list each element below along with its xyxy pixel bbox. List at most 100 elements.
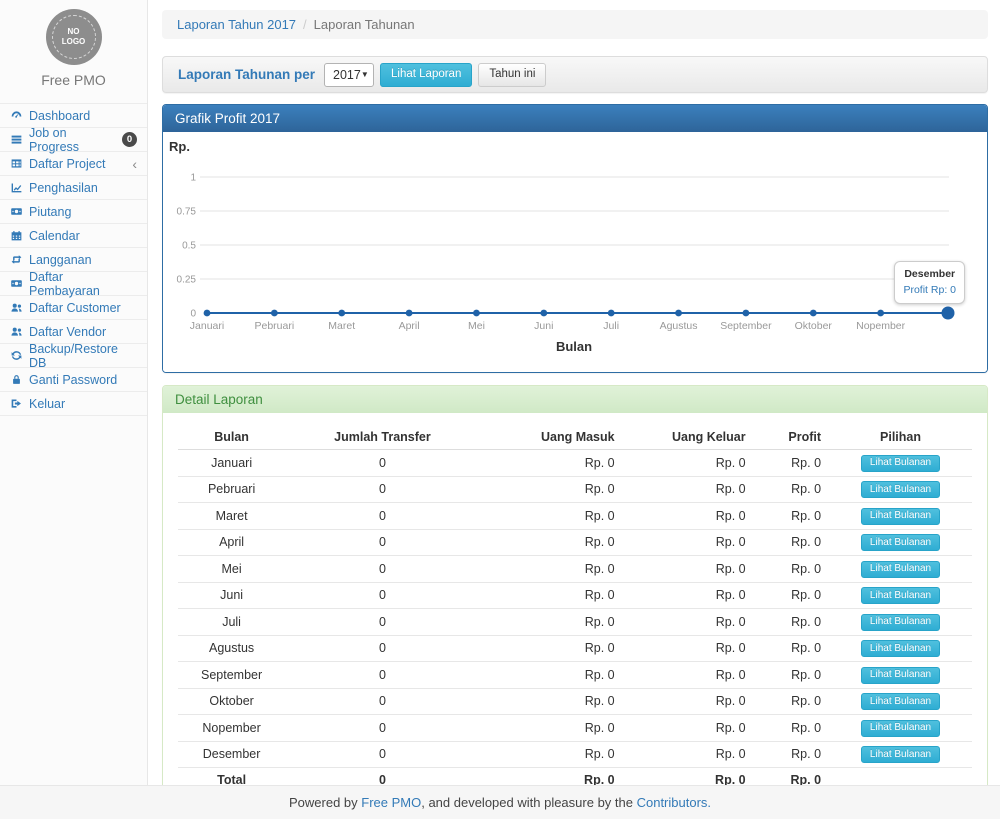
svg-text:Mei: Mei (468, 320, 485, 332)
report-filter-panel: Laporan Tahunan per 2017 ▼ Lihat Laporan… (162, 56, 988, 93)
cell-bulan: Januari (178, 450, 285, 477)
cell-uang-masuk: Rp. 0 (480, 450, 623, 477)
sidebar-item-label: Daftar Pembayaran (29, 270, 137, 298)
sidebar-item-daftar-pembayaran[interactable]: Daftar Pembayaran (0, 272, 147, 296)
sidebar-item-label: Backup/Restore DB (29, 342, 137, 370)
cell-jumlah-transfer: 0 (285, 450, 480, 477)
count-badge: 0 (122, 132, 137, 147)
cell-pilihan: Lihat Bulanan (829, 556, 972, 583)
logo-wrap: NO LOGO Free PMO (0, 0, 147, 94)
cell-jumlah-transfer: 0 (285, 741, 480, 768)
svg-text:0.75: 0.75 (177, 207, 197, 218)
cell-pilihan: Lihat Bulanan (829, 529, 972, 556)
view-monthly-button[interactable]: Lihat Bulanan (861, 693, 940, 710)
report-table: BulanJumlah TransferUang MasukUang Kelua… (178, 425, 972, 792)
sidebar-item-penghasilan[interactable]: Penghasilan (0, 176, 147, 200)
sidebar-item-label: Penghasilan (29, 181, 98, 195)
sidebar-item-job-on-progress[interactable]: Job on Progress0 (0, 128, 147, 152)
svg-text:0.25: 0.25 (177, 275, 197, 286)
profit-chart-panel: Grafik Profit 2017 Rp.00.250.50.751Janua… (162, 104, 988, 373)
sidebar-item-backup-restore-db[interactable]: Backup/Restore DB (0, 344, 147, 368)
footer-link-freepmo[interactable]: Free PMO (361, 795, 421, 810)
svg-text:September: September (720, 320, 772, 332)
svg-text:0: 0 (190, 309, 196, 320)
view-monthly-button[interactable]: Lihat Bulanan (861, 746, 940, 763)
sidebar-item-calendar[interactable]: Calendar (0, 224, 147, 248)
view-report-button[interactable]: Lihat Laporan (380, 63, 472, 87)
view-monthly-button[interactable]: Lihat Bulanan (861, 587, 940, 604)
cell-profit: Rp. 0 (754, 450, 829, 477)
caret-down-icon: ▼ (361, 70, 369, 79)
cell-uang-keluar: Rp. 0 (623, 662, 754, 689)
chart-tooltip: Desember Profit Rp: 0 (894, 261, 965, 304)
cell-uang-masuk: Rp. 0 (480, 635, 623, 662)
cell-profit: Rp. 0 (754, 503, 829, 530)
cell-uang-keluar: Rp. 0 (623, 688, 754, 715)
table-row: Mei0Rp. 0Rp. 0Rp. 0Lihat Bulanan (178, 556, 972, 583)
sidebar-item-label: Dashboard (29, 109, 90, 123)
column-header-bulan: Bulan (178, 425, 285, 450)
detail-report-panel: Detail Laporan BulanJumlah TransferUang … (162, 385, 988, 808)
footer-link-contributors[interactable]: Contributors. (637, 795, 711, 810)
view-monthly-button[interactable]: Lihat Bulanan (861, 720, 940, 737)
signout-icon (10, 397, 23, 410)
cell-pilihan: Lihat Bulanan (829, 688, 972, 715)
retweet-icon (10, 253, 23, 266)
year-select[interactable]: 2017 ▼ (324, 63, 374, 87)
view-monthly-button[interactable]: Lihat Bulanan (861, 455, 940, 472)
sidebar-item-daftar-project[interactable]: Daftar Project‹ (0, 152, 147, 176)
view-monthly-button[interactable]: Lihat Bulanan (861, 534, 940, 551)
column-header-uang-keluar: Uang Keluar (623, 425, 754, 450)
cell-bulan: Juni (178, 582, 285, 609)
column-header-profit: Profit (754, 425, 829, 450)
cell-profit: Rp. 0 (754, 609, 829, 636)
view-monthly-button[interactable]: Lihat Bulanan (861, 640, 940, 657)
sidebar-item-ganti-password[interactable]: Ganti Password (0, 368, 147, 392)
cell-uang-keluar: Rp. 0 (623, 503, 754, 530)
logo-text: NO LOGO (52, 15, 96, 59)
view-monthly-button[interactable]: Lihat Bulanan (861, 614, 940, 631)
app-logo: NO LOGO (46, 9, 102, 65)
cell-uang-keluar: Rp. 0 (623, 450, 754, 477)
sidebar-item-label: Daftar Project (29, 157, 105, 171)
sidebar-item-langganan[interactable]: Langganan (0, 248, 147, 272)
cell-profit: Rp. 0 (754, 635, 829, 662)
cell-jumlah-transfer: 0 (285, 635, 480, 662)
filter-label: Laporan Tahunan per (178, 67, 315, 82)
sidebar-item-daftar-customer[interactable]: Daftar Customer (0, 296, 147, 320)
breadcrumb-current: Laporan Tahunan (314, 17, 415, 32)
sidebar-item-dashboard[interactable]: Dashboard (0, 104, 147, 128)
sidebar-item-piutang[interactable]: Piutang (0, 200, 147, 224)
this-year-button[interactable]: Tahun ini (478, 63, 546, 87)
sidebar-item-label: Daftar Customer (29, 301, 121, 315)
view-monthly-button[interactable]: Lihat Bulanan (861, 561, 940, 578)
cell-uang-keluar: Rp. 0 (623, 715, 754, 742)
cell-pilihan: Lihat Bulanan (829, 609, 972, 636)
cell-jumlah-transfer: 0 (285, 529, 480, 556)
sidebar: NO LOGO Free PMO Dashboard Job on Progres… (0, 0, 148, 785)
tooltip-profit: Profit Rp: 0 (903, 282, 956, 298)
table-row: Januari0Rp. 0Rp. 0Rp. 0Lihat Bulanan (178, 450, 972, 477)
view-monthly-button[interactable]: Lihat Bulanan (861, 508, 940, 525)
view-monthly-button[interactable]: Lihat Bulanan (861, 481, 940, 498)
svg-text:Bulan: Bulan (556, 339, 592, 354)
table-row: Agustus0Rp. 0Rp. 0Rp. 0Lihat Bulanan (178, 635, 972, 662)
svg-text:Pebruari: Pebruari (255, 320, 295, 332)
sidebar-item-daftar-vendor[interactable]: Daftar Vendor (0, 320, 147, 344)
cell-bulan: Maret (178, 503, 285, 530)
view-monthly-button[interactable]: Lihat Bulanan (861, 667, 940, 684)
lock-icon (10, 373, 23, 386)
cell-uang-masuk: Rp. 0 (480, 662, 623, 689)
cell-bulan: Desember (178, 741, 285, 768)
cell-uang-keluar: Rp. 0 (623, 609, 754, 636)
sidebar-item-keluar[interactable]: Keluar (0, 392, 147, 416)
breadcrumb-link[interactable]: Laporan Tahun 2017 (177, 17, 296, 32)
sidebar-item-label: Calendar (29, 229, 80, 243)
cell-profit: Rp. 0 (754, 715, 829, 742)
money-icon (10, 277, 23, 290)
cell-pilihan: Lihat Bulanan (829, 662, 972, 689)
sidebar-item-label: Piutang (29, 205, 71, 219)
cell-bulan: Nopember (178, 715, 285, 742)
cell-bulan: Mei (178, 556, 285, 583)
tooltip-month: Desember (903, 266, 956, 282)
